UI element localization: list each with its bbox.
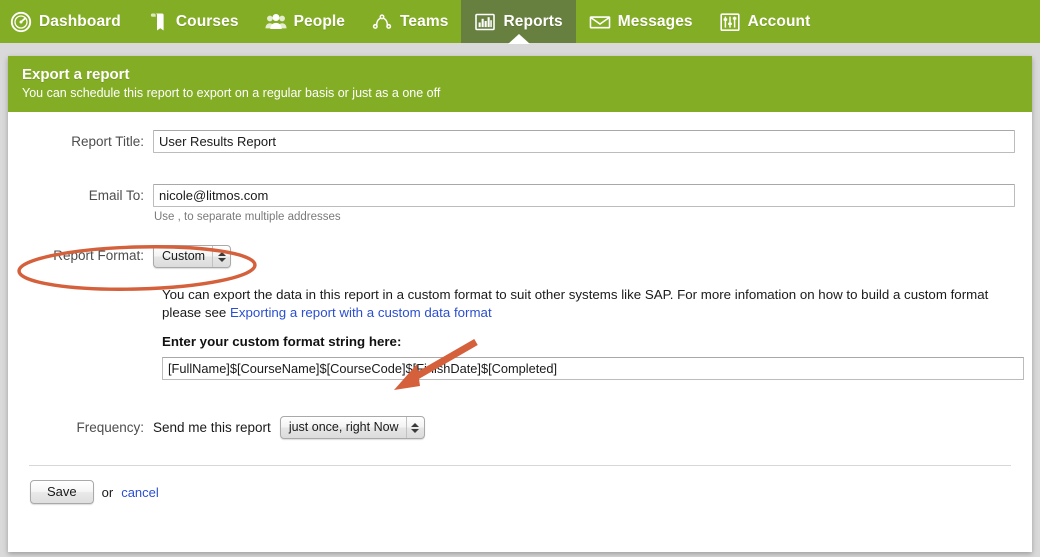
people-icon — [265, 11, 287, 33]
updown-arrows-icon — [405, 417, 424, 438]
report-title-label: Report Title: — [71, 134, 144, 149]
export-report-card: Export a report You can schedule this re… — [8, 56, 1032, 552]
nav-item-reports[interactable]: Reports — [461, 0, 576, 43]
cancel-link[interactable]: cancel — [121, 485, 159, 500]
page-subtitle: You can schedule this report to export o… — [22, 86, 441, 100]
nav-label-people: People — [293, 12, 346, 30]
or-label: or — [101, 484, 114, 500]
report-title-input[interactable] — [153, 130, 1015, 153]
frequency-value: just once, right Now — [288, 420, 399, 434]
frequency-select[interactable]: just once, right Now — [279, 416, 425, 439]
email-to-input[interactable] — [153, 184, 1015, 207]
book-icon — [147, 11, 169, 33]
custom-format-section: You can export the data in this report i… — [162, 286, 1024, 380]
nav-item-teams[interactable]: Teams — [358, 0, 461, 43]
custom-format-input[interactable] — [162, 357, 1024, 380]
nav-label-messages: Messages — [617, 12, 693, 30]
frequency-sentence: Send me this report — [153, 420, 271, 435]
nav-label-teams: Teams — [400, 12, 449, 30]
network-icon — [371, 11, 393, 33]
export-report-form: Report Title: Email To: Use , to separat… — [8, 112, 1032, 552]
nav-label-courses: Courses — [175, 12, 239, 30]
report-format-label: Report Format: — [53, 248, 144, 263]
save-button[interactable]: Save — [30, 480, 94, 504]
nav-label-reports: Reports — [503, 12, 563, 30]
envelope-icon — [589, 11, 611, 33]
email-to-hint: Use , to separate multiple addresses — [154, 211, 341, 223]
card-header: Export a report You can schedule this re… — [8, 56, 1032, 112]
nav-item-dashboard[interactable]: Dashboard — [0, 0, 134, 43]
sliders-icon — [719, 11, 741, 33]
email-to-label: Email To: — [88, 188, 144, 203]
frequency-label: Frequency: — [76, 419, 144, 435]
form-actions: Save or cancel — [20, 466, 1020, 522]
custom-format-heading: Enter your custom format string here: — [162, 334, 402, 349]
bar-chart-icon — [474, 11, 496, 33]
custom-data-format-link[interactable]: Exporting a report with a custom data fo… — [230, 305, 492, 320]
nav-label-account: Account — [747, 12, 811, 30]
report-format-select[interactable]: Custom — [153, 245, 232, 268]
nav-item-courses[interactable]: Courses — [134, 0, 252, 43]
nav-item-people[interactable]: People — [252, 0, 358, 43]
nav-item-messages[interactable]: Messages — [576, 0, 706, 43]
nav-item-account[interactable]: Account — [706, 0, 824, 43]
updown-arrows-icon — [212, 246, 230, 267]
report-format-row: Report Format: Custom — [20, 245, 1020, 268]
custom-format-description: You can export the data in this report i… — [162, 286, 1024, 321]
main-navigation-bar: Dashboard Courses People Teams Reports M… — [0, 0, 1040, 43]
email-to-row: Email To: Use , to separate multiple add… — [20, 184, 1020, 223]
speedometer-icon — [10, 11, 32, 33]
report-format-value: Custom — [162, 249, 206, 263]
report-title-row: Report Title: — [20, 130, 1020, 154]
frequency-row: Frequency: Send me this report just once… — [20, 416, 1020, 439]
page-title: Export a report — [22, 66, 130, 83]
nav-label-dashboard: Dashboard — [39, 12, 121, 30]
